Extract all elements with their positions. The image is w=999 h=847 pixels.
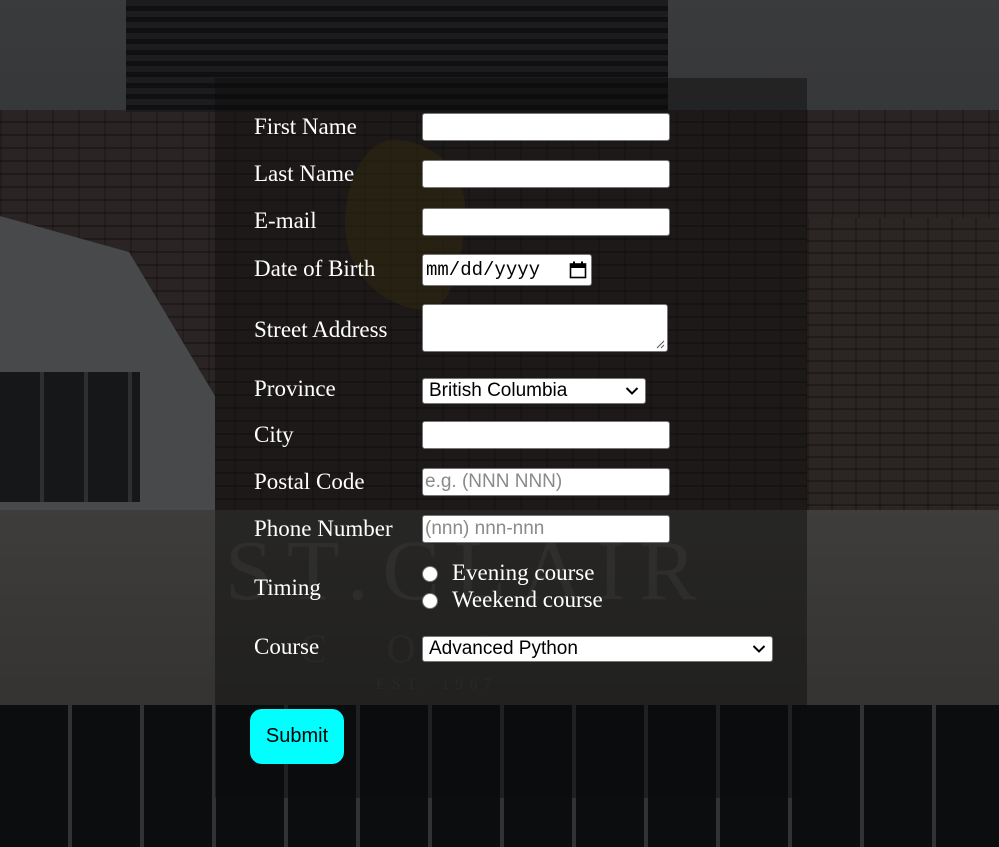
- email-input[interactable]: [422, 208, 670, 236]
- first-name-label: First Name: [254, 114, 357, 139]
- resize-grip-icon[interactable]: [655, 339, 665, 349]
- chevron-down-icon: [752, 645, 766, 653]
- province-select[interactable]: British Columbia: [422, 378, 646, 404]
- evening-radio[interactable]: [422, 566, 438, 582]
- last-name-input[interactable]: [422, 160, 670, 188]
- street-address-label: Street Address: [254, 317, 388, 342]
- province-label: Province: [254, 376, 336, 401]
- city-input[interactable]: [422, 421, 670, 449]
- dob-placeholder: mm/dd/yyyy: [426, 259, 541, 281]
- dob-input[interactable]: mm/dd/yyyy: [422, 254, 592, 286]
- evening-radio-label: Evening course: [452, 560, 595, 585]
- email-label: E-mail: [254, 208, 317, 233]
- phone-number-input[interactable]: (nnn) nnn-nnn: [422, 515, 670, 543]
- phone-number-label: Phone Number: [254, 516, 393, 541]
- submit-button[interactable]: Submit: [250, 709, 344, 764]
- timing-label: Timing: [254, 575, 321, 600]
- registration-form: First Name Last Name E-mail Date of Birt…: [0, 0, 999, 847]
- calendar-icon[interactable]: [569, 261, 587, 279]
- province-selected: British Columbia: [429, 380, 568, 401]
- weekend-radio-label: Weekend course: [452, 587, 603, 612]
- chevron-down-icon: [625, 387, 639, 395]
- city-label: City: [254, 422, 294, 447]
- dob-label: Date of Birth: [254, 256, 376, 281]
- first-name-input[interactable]: [422, 113, 670, 141]
- postal-code-input[interactable]: e.g. (NNN NNN): [422, 468, 670, 496]
- course-label: Course: [254, 634, 320, 659]
- postal-code-label: Postal Code: [254, 469, 365, 494]
- last-name-label: Last Name: [254, 161, 355, 186]
- street-address-textarea[interactable]: [422, 304, 668, 352]
- course-selected: Advanced Python: [429, 638, 578, 659]
- course-select[interactable]: Advanced Python: [422, 636, 773, 662]
- weekend-radio[interactable]: [422, 593, 438, 609]
